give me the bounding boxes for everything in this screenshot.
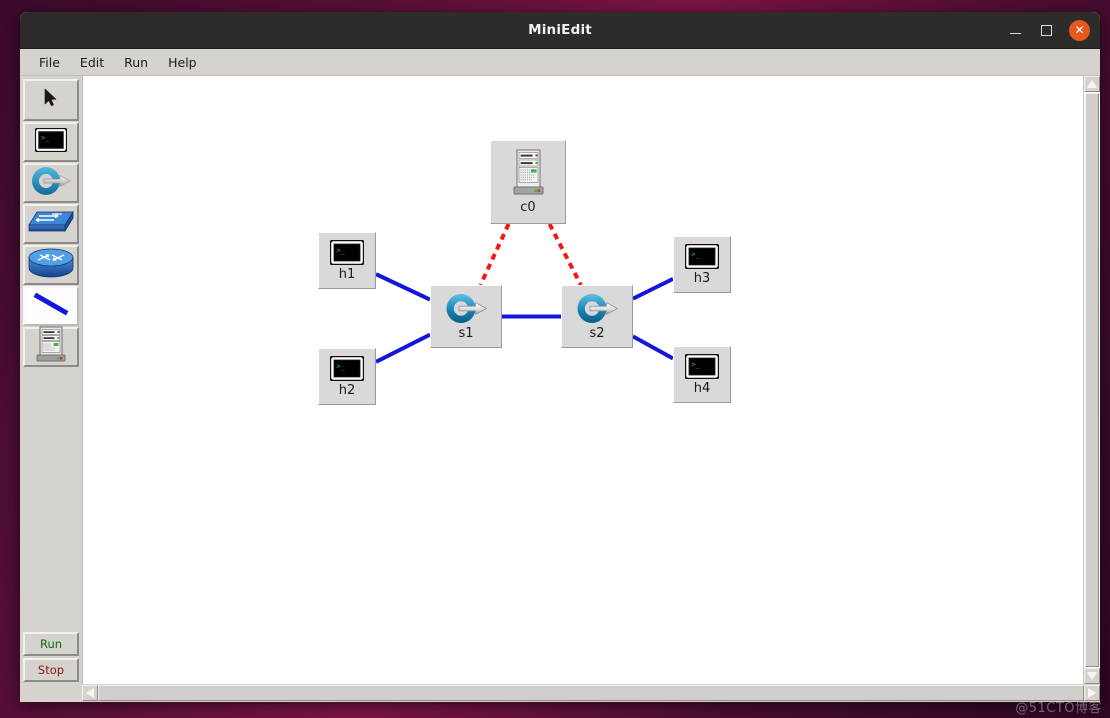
controller-server-icon bbox=[512, 149, 545, 199]
svg-text:>_: >_ bbox=[41, 134, 50, 142]
controller-server-icon bbox=[513, 149, 543, 195]
close-button[interactable]: ✕ bbox=[1069, 19, 1090, 41]
window-body: >_ Run Stop c0 >_ h1 >_ h2 >_ h3 >_ h4 s… bbox=[20, 76, 1100, 684]
openflow-switch-icon bbox=[30, 165, 72, 201]
link-c0-s2[interactable] bbox=[547, 223, 583, 286]
node-label-h4: h4 bbox=[693, 381, 711, 396]
svg-text:>_: >_ bbox=[691, 250, 700, 258]
topology-node-h3[interactable]: >_ h3 bbox=[673, 236, 731, 293]
menu-edit[interactable]: Edit bbox=[71, 52, 113, 73]
topology-node-h4[interactable]: >_ h4 bbox=[673, 346, 731, 403]
scroll-down-button[interactable] bbox=[1084, 668, 1100, 684]
topology-links bbox=[375, 223, 674, 364]
link-s2-h4[interactable] bbox=[632, 334, 674, 361]
scroll-right-button[interactable] bbox=[1084, 685, 1100, 701]
chevron-up-icon bbox=[1087, 80, 1097, 88]
host-terminal-icon: >_ bbox=[684, 353, 720, 380]
openflow-switch-icon bbox=[446, 294, 487, 323]
menu-bar: File Edit Run Help bbox=[20, 49, 1100, 76]
openflow-switch-icon bbox=[575, 292, 619, 325]
desktop-background: MiniEdit ✕ File Edit Run Help >_ Run Sto… bbox=[0, 0, 1110, 718]
window-title: MiniEdit bbox=[528, 22, 592, 38]
openflow-switch-icon bbox=[577, 294, 618, 323]
topology-node-h1[interactable]: >_ h1 bbox=[318, 232, 376, 289]
node-label-s1: s1 bbox=[458, 326, 474, 341]
svg-text:>_: >_ bbox=[336, 246, 345, 254]
maximize-button[interactable] bbox=[1038, 22, 1055, 39]
controller-server-icon bbox=[34, 326, 68, 368]
host-terminal-icon: >_ bbox=[330, 240, 364, 265]
horizontal-scrollbar[interactable] bbox=[20, 684, 1100, 702]
scroll-up-button[interactable] bbox=[1084, 76, 1100, 92]
menu-file[interactable]: File bbox=[30, 52, 69, 73]
controller-tool-button[interactable] bbox=[23, 326, 79, 368]
legacy-switch-tool-button[interactable] bbox=[23, 204, 79, 244]
node-label-c0: c0 bbox=[520, 200, 536, 215]
link-s2-h3[interactable] bbox=[632, 277, 674, 301]
select-tool-button[interactable] bbox=[23, 79, 79, 121]
host-terminal-icon: >_ bbox=[685, 354, 719, 379]
legacy-switch-icon bbox=[28, 208, 74, 240]
host-terminal-icon: >_ bbox=[329, 355, 365, 382]
topology-node-c0[interactable]: c0 bbox=[490, 140, 566, 224]
topology-canvas[interactable]: c0 >_ h1 >_ h2 >_ h3 >_ h4 s1 s2 bbox=[83, 76, 1100, 684]
vertical-scroll-thumb[interactable] bbox=[1085, 93, 1099, 667]
link-h2-s1[interactable] bbox=[375, 332, 431, 364]
menu-help[interactable]: Help bbox=[159, 52, 206, 73]
host-terminal-icon: >_ bbox=[34, 127, 68, 157]
minimize-button[interactable] bbox=[1007, 22, 1024, 39]
topology-node-s1[interactable]: s1 bbox=[430, 285, 502, 348]
svg-text:>_: >_ bbox=[336, 362, 345, 370]
host-tool-button[interactable]: >_ bbox=[23, 122, 79, 162]
svg-text:>_: >_ bbox=[691, 360, 700, 368]
chevron-down-icon bbox=[1087, 672, 1097, 680]
legacy-router-tool-button[interactable] bbox=[23, 245, 79, 285]
node-label-s2: s2 bbox=[589, 326, 605, 341]
horizontal-scroll-thumb[interactable] bbox=[98, 685, 1084, 701]
chevron-left-icon bbox=[86, 688, 94, 698]
node-label-h1: h1 bbox=[338, 267, 356, 282]
link-h1-s1[interactable] bbox=[375, 272, 431, 302]
vertical-scrollbar[interactable] bbox=[1083, 76, 1100, 684]
legacy-router-icon bbox=[28, 248, 74, 282]
stop-button[interactable]: Stop bbox=[23, 658, 79, 682]
run-button[interactable]: Run bbox=[23, 632, 79, 656]
host-terminal-icon: >_ bbox=[329, 239, 365, 266]
window-titlebar: MiniEdit ✕ bbox=[20, 12, 1100, 49]
link-line-icon bbox=[32, 292, 70, 320]
scroll-left-button[interactable] bbox=[82, 685, 98, 701]
openflow-switch-icon bbox=[444, 292, 488, 325]
miniedit-window: MiniEdit ✕ File Edit Run Help >_ Run Sto… bbox=[20, 12, 1100, 702]
node-label-h2: h2 bbox=[338, 383, 356, 398]
link-c0-s1[interactable] bbox=[478, 223, 511, 286]
topology-canvas-container[interactable]: c0 >_ h1 >_ h2 >_ h3 >_ h4 s1 s2 bbox=[83, 76, 1100, 684]
node-label-h3: h3 bbox=[693, 271, 711, 286]
chevron-right-icon bbox=[1088, 688, 1096, 698]
host-terminal-icon: >_ bbox=[684, 243, 720, 270]
switch-tool-button[interactable] bbox=[23, 163, 79, 203]
link-tool-button[interactable] bbox=[23, 286, 79, 326]
host-terminal-icon: >_ bbox=[685, 244, 719, 269]
topology-node-s2[interactable]: s2 bbox=[561, 285, 633, 348]
host-terminal-icon: >_ bbox=[330, 356, 364, 381]
window-controls: ✕ bbox=[1007, 12, 1090, 48]
menu-run[interactable]: Run bbox=[115, 52, 157, 73]
topology-node-h2[interactable]: >_ h2 bbox=[318, 348, 376, 405]
tool-palette: >_ Run Stop bbox=[20, 76, 83, 684]
cursor-arrow-icon bbox=[43, 88, 59, 112]
